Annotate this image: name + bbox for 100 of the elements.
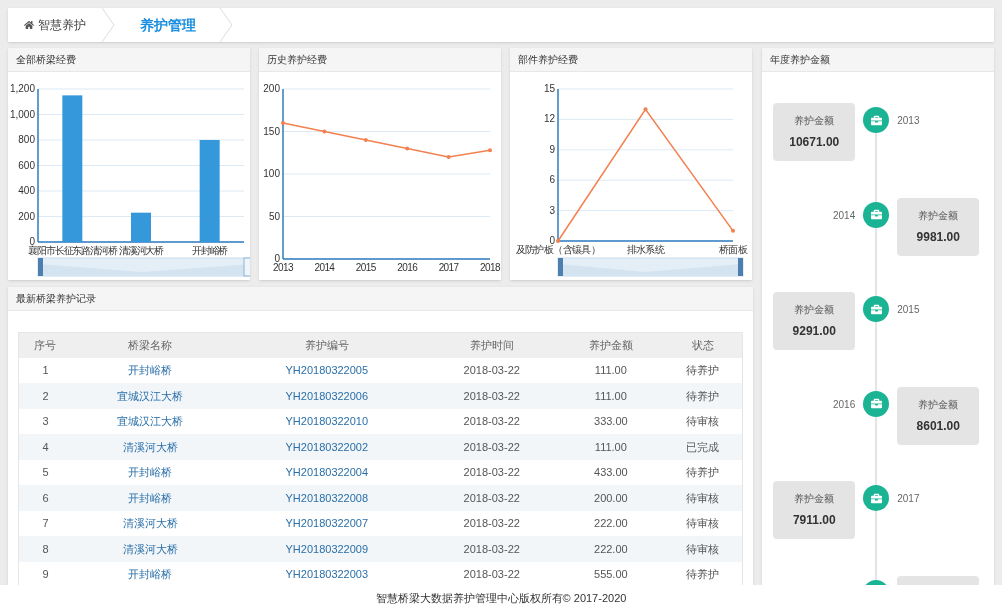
table-cell: 待养护: [663, 561, 743, 585]
table-cell[interactable]: 开封峪桥: [71, 459, 229, 485]
amount-label: 养护金额: [794, 492, 835, 506]
table-cell[interactable]: 清溪河大桥: [71, 536, 229, 562]
amount-value: 8601.00: [916, 417, 960, 435]
table-cell: 333.00: [558, 408, 664, 434]
y-tick-label: 3: [549, 204, 555, 216]
column-header: 养护时间: [424, 332, 559, 358]
y-tick-label: 200: [18, 210, 35, 222]
table-cell[interactable]: YH20180322004: [228, 459, 425, 485]
year-label: 2014: [833, 208, 856, 223]
table-cell[interactable]: 开封峪桥: [71, 485, 229, 511]
data-point: [281, 121, 285, 125]
data-point: [643, 107, 648, 112]
column-header: 养护金额: [558, 332, 664, 358]
briefcase-icon: [870, 303, 882, 315]
y-tick-label: 15: [543, 83, 555, 94]
table-cell[interactable]: 宜城汉江大桥: [71, 383, 229, 409]
table-cell: 2018-03-22: [424, 459, 559, 485]
table-cell: 4: [18, 434, 72, 460]
breadcrumb-item[interactable]: 养护管理: [116, 8, 220, 42]
table-cell[interactable]: YH20180322002: [228, 434, 425, 460]
table-cell: 待养护: [663, 459, 743, 485]
data-point: [405, 146, 410, 151]
x-tick-label: 2014: [314, 262, 335, 273]
table-cell[interactable]: 开封峪桥: [71, 561, 229, 585]
copyright-text: 智慧桥梁大数据养护管理中心版权所有© 2017-2020: [375, 591, 627, 607]
card-header: 最新桥梁养护记录: [8, 287, 754, 311]
x-tick-label: 襄阳市长征东路清河桥: [28, 245, 117, 256]
table-cell: 2018-03-22: [424, 408, 559, 434]
column-header: 养护编号: [228, 332, 425, 358]
card-header: 部件养护经费: [510, 48, 752, 72]
table-cell: 200.00: [558, 485, 664, 511]
table-cell: 待养护: [663, 383, 743, 409]
table-cell[interactable]: YH20180322009: [228, 536, 425, 562]
amount-value: 9981.00: [916, 228, 960, 246]
x-tick-label: 2017: [438, 262, 459, 273]
table-cell: 9: [18, 561, 72, 585]
table-cell: 5: [18, 459, 72, 485]
table-cell[interactable]: 清溪河大桥: [71, 510, 229, 536]
x-tick-label: 2016: [397, 262, 418, 273]
table-cell: 待审核: [663, 408, 743, 434]
table-cell: 2018-03-22: [424, 434, 559, 460]
y-tick-label: 150: [263, 125, 280, 137]
x-tick-label: 清溪河大桥: [119, 245, 163, 256]
table-cell[interactable]: 清溪河大桥: [71, 434, 229, 460]
table-cell[interactable]: YH20180322006: [228, 383, 425, 409]
table-cell: 111.00: [558, 383, 664, 409]
table-cell: 已完成: [663, 434, 743, 460]
table-cell: 2018-03-22: [424, 561, 559, 585]
briefcase-icon: [870, 114, 882, 126]
table-cell[interactable]: 宜城汉江大桥: [71, 408, 229, 434]
table-cell: 433.00: [558, 459, 664, 485]
breadcrumb-separator: [220, 8, 234, 42]
x-tick-label: 开封峪桥: [192, 245, 228, 256]
table-cell: 8: [18, 536, 72, 562]
y-tick-label: 50: [268, 210, 280, 222]
table-cell[interactable]: YH20180322010: [228, 408, 425, 434]
table-cell: 555.00: [558, 561, 664, 585]
table-cell[interactable]: YH20180322003: [228, 561, 425, 585]
y-tick-label: 800: [18, 134, 35, 145]
breadcrumb-item[interactable]: 智慧养护: [8, 8, 102, 42]
table-cell: 2018-03-22: [424, 536, 559, 562]
amount-label: 养护金额: [918, 208, 959, 223]
table-cell: 2018-03-22: [424, 510, 559, 536]
table-cell: 待审核: [663, 510, 743, 536]
year-label: 2017: [897, 492, 920, 506]
table-cell: 222.00: [558, 536, 664, 562]
table-cell[interactable]: YH20180322005: [228, 357, 425, 383]
y-tick-label: 6: [549, 174, 555, 186]
amount-label: 养护金额: [794, 114, 835, 128]
x-tick-label: 2015: [355, 262, 376, 273]
table-cell: 111.00: [558, 357, 664, 383]
table-cell: 1: [18, 357, 72, 383]
table-cell: 2: [18, 383, 72, 409]
data-point: [556, 239, 560, 243]
briefcase-icon: [870, 398, 882, 409]
amount-label: 养护金额: [918, 397, 959, 412]
x-tick-label: 桥面板: [718, 244, 748, 255]
card-header: 全部桥梁经费: [8, 48, 250, 72]
y-tick-label: 600: [18, 159, 35, 171]
table-cell[interactable]: 开封峪桥: [71, 357, 229, 383]
amount-value: 9291.00: [792, 323, 836, 340]
table-cell: 111.00: [558, 434, 664, 460]
briefcase-icon: [870, 492, 882, 504]
table-cell: 7: [18, 510, 72, 536]
amount-value: 10671.00: [789, 134, 840, 151]
zoom-slider[interactable]: [37, 257, 250, 277]
card-header: 年度养护金额: [762, 48, 994, 72]
bar: [131, 212, 151, 242]
y-tick-label: 200: [263, 83, 280, 94]
y-tick-label: 400: [18, 185, 35, 196]
table-cell: 6: [18, 485, 72, 511]
zoom-slider[interactable]: [557, 257, 744, 277]
column-header: 状态: [663, 332, 743, 358]
x-tick-label: 排水系统: [626, 244, 665, 255]
amount-label: 养护金额: [794, 303, 835, 317]
table-cell: 2018-03-22: [424, 383, 559, 409]
table-cell[interactable]: YH20180322008: [228, 485, 425, 511]
table-cell[interactable]: YH20180322007: [228, 510, 425, 536]
